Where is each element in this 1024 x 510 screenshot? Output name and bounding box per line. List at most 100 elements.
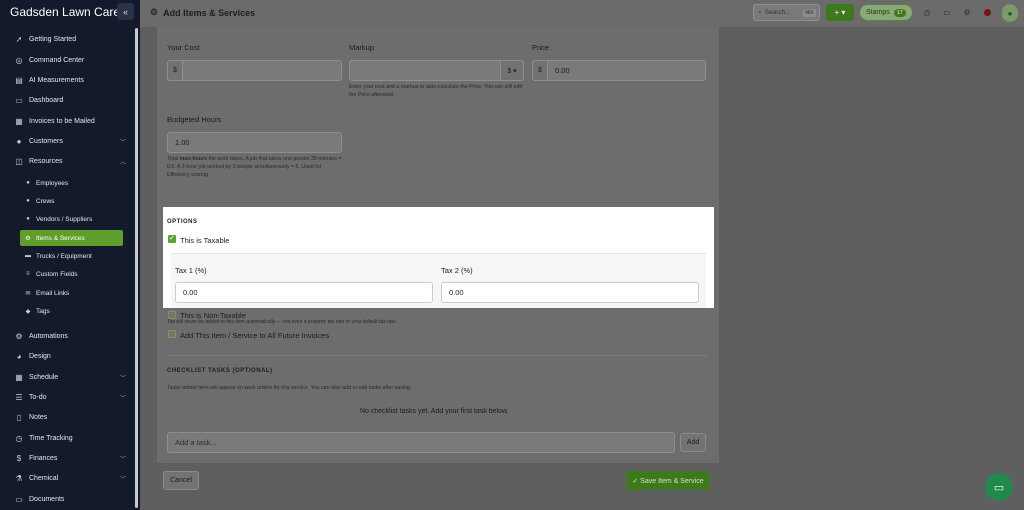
sidebar-item-ai-measurements[interactable]: ▤ AI Measurements (0, 71, 134, 89)
sidebar-item-todo[interactable]: ☰ To-do ﹀ (0, 388, 134, 406)
sidebar-item-chemical[interactable]: ⚗ Chemical ﹀ (0, 469, 134, 487)
sidebar-item-design[interactable]: ◕ Design (0, 347, 134, 365)
budgeted-hours-help: Total man-hours the work takes. A job th… (167, 155, 345, 179)
sidebar-subitem-tags[interactable]: ◆ Tags (20, 303, 123, 319)
sidebar-subitem-employees[interactable]: ● Employees (20, 175, 123, 191)
sidebar-subitem-vendors[interactable]: ● Vendors / Suppliers (20, 211, 123, 227)
calendar-icon: ▦ (15, 372, 23, 382)
tax2-input[interactable]: 0.00 (441, 282, 699, 303)
stamps-label: Stamps (866, 9, 890, 16)
gear-icon[interactable]: ⚙ (962, 7, 972, 17)
sidebar: Gadsden Lawn Care « ➚ Getting Started ◎ Co… (0, 0, 140, 510)
price-input[interactable]: 0.00 (547, 60, 706, 81)
sidebar-item-automations[interactable]: ⚙ Automations (0, 327, 134, 345)
sidebar-item-label: Vendors / Suppliers (36, 215, 93, 223)
options-panel: OPTIONS This is Taxable Tax 1 (%) Tax 2 … (163, 207, 714, 308)
record-icon[interactable] (984, 9, 991, 16)
add-task-input[interactable]: Add a task... (167, 432, 675, 453)
taxable-label: This is Taxable (180, 236, 230, 245)
users-icon: ● (26, 198, 30, 204)
sidebar-item-label: Getting Started (29, 35, 77, 43)
your-cost-input[interactable] (182, 60, 342, 81)
sidebar-item-time-tracking[interactable]: ◷ Time Tracking (0, 429, 134, 447)
quick-add-button[interactable]: + ▾ (826, 4, 854, 21)
collapse-sidebar-button[interactable]: « (117, 3, 134, 20)
chat-bubble-icon: ▭ (993, 481, 1005, 494)
price-currency-addon: $ (532, 60, 548, 81)
chevron-down-icon: ﹀ (119, 476, 126, 483)
tax1-input[interactable]: 0.00 (175, 282, 433, 303)
sidebar-item-label: Employees (36, 179, 69, 187)
search-placeholder: Search... (764, 9, 791, 16)
options-heading: OPTIONS (167, 219, 198, 225)
sidebar-subitem-crews[interactable]: ● Crews (20, 193, 123, 209)
user-icon: ● (26, 216, 30, 222)
search-input[interactable]: ⌕ Search... ⌘K (753, 4, 820, 21)
sidebar-item-documents[interactable]: ▭ Documents (0, 490, 134, 508)
gears-icon: ⚙ (150, 7, 159, 17)
markup-unit-select[interactable]: $ ▾ (500, 60, 524, 81)
page-title: ⚙ Add Items & Services (150, 7, 255, 18)
mail-icon: ▦ (15, 116, 23, 126)
sidebar-item-label: Items & Services (36, 234, 85, 242)
checklist-empty-state: No checklist tasks yet. Add your first t… (360, 408, 509, 415)
brand-name: Gadsden Lawn Care (10, 5, 121, 19)
note-icon: ▯ (16, 412, 22, 422)
sidebar-item-label: Custom Fields (36, 270, 78, 278)
dollar-icon: $ (16, 453, 22, 463)
sidebar-item-label: Schedule (29, 373, 59, 381)
rocket-icon: ➚ (15, 34, 23, 44)
tax2-label: Tax 2 (%) (441, 266, 473, 275)
markup-input[interactable] (349, 60, 501, 81)
sidebar-item-customers[interactable]: ● Customers ﹀ (0, 132, 134, 150)
sidebar-subitem-trucks[interactable]: ▬ Trucks / Equipment (20, 248, 123, 264)
price-help-text: Enter your cost and a markup to auto-cal… (349, 84, 523, 98)
divider (167, 355, 707, 356)
chat-icon[interactable]: ▭ (942, 7, 952, 17)
chevron-up-icon: ︿ (119, 159, 126, 166)
sidebar-item-invoices-to-be-mailed[interactable]: ▦ Invoices to be Mailed (0, 112, 134, 130)
ruler-icon: ▤ (15, 75, 23, 85)
stamps-button[interactable]: Stamps 17 (859, 4, 913, 21)
sidebar-item-finances[interactable]: $ Finances ﹀ (0, 449, 134, 467)
future-invoices-label: Add This Item / Service to All Future In… (180, 331, 330, 340)
future-invoices-checkbox[interactable] (168, 330, 176, 338)
sidebar-item-label: Trucks / Equipment (36, 252, 92, 260)
your-cost-label: Your Cost (167, 43, 200, 52)
list-icon: ≡ (26, 271, 30, 277)
sidebar-item-label: Chemical (29, 474, 59, 482)
save-item-button[interactable]: ✓ Save Item & Service (626, 471, 710, 490)
cancel-button[interactable]: Cancel (163, 471, 199, 490)
sidebar-scrollbar[interactable] (135, 28, 138, 508)
chevron-down-icon: ﹀ (119, 395, 126, 402)
gauge-icon: ◎ (15, 55, 23, 65)
add-task-button[interactable]: Add (680, 433, 706, 452)
taxable-checkbox[interactable] (168, 234, 176, 243)
monitor-icon: ▭ (15, 95, 23, 105)
sidebar-item-getting-started[interactable]: ➚ Getting Started (0, 30, 134, 48)
chat-support-button[interactable]: ▭ (985, 473, 1013, 501)
search-shortcut: ⌘K (802, 8, 816, 17)
budgeted-hours-input[interactable]: 1.00 (167, 132, 342, 153)
sidebar-item-dashboard[interactable]: ▭ Dashboard (0, 91, 134, 109)
sidebar-subitem-items-services[interactable]: ⚙ Items & Services (20, 230, 123, 246)
sidebar-item-label: To-do (29, 393, 47, 401)
sidebar-item-notes[interactable]: ▯ Notes (0, 408, 134, 426)
sidebar-subitem-email-links[interactable]: ✉ Email Links (20, 285, 123, 301)
gears-icon: ⚙ (15, 331, 23, 341)
sidebar-item-resources[interactable]: ◫ Resources ︿ (0, 152, 134, 170)
sidebar-item-schedule[interactable]: ▦ Schedule ﹀ (0, 368, 134, 386)
checklist-help: Tasks added here will appear on work ord… (167, 385, 412, 391)
avatar[interactable]: ● (1002, 4, 1018, 22)
sidebar-item-command-center[interactable]: ◎ Command Center (0, 51, 134, 69)
flask-icon: ⚗ (15, 473, 23, 483)
envelope-icon: ✉ (25, 290, 31, 297)
file-icon: ▭ (15, 494, 23, 504)
truck-icon: ▬ (25, 253, 31, 259)
sidebar-subitem-custom-fields[interactable]: ≡ Custom Fields (20, 266, 123, 282)
clock-icon: ◷ (15, 433, 23, 443)
clock-icon[interactable]: ◷ (922, 7, 932, 17)
users-icon: ● (16, 136, 22, 146)
search-icon: ⌕ (758, 8, 762, 16)
help-bold-text: man-hours (179, 156, 208, 162)
